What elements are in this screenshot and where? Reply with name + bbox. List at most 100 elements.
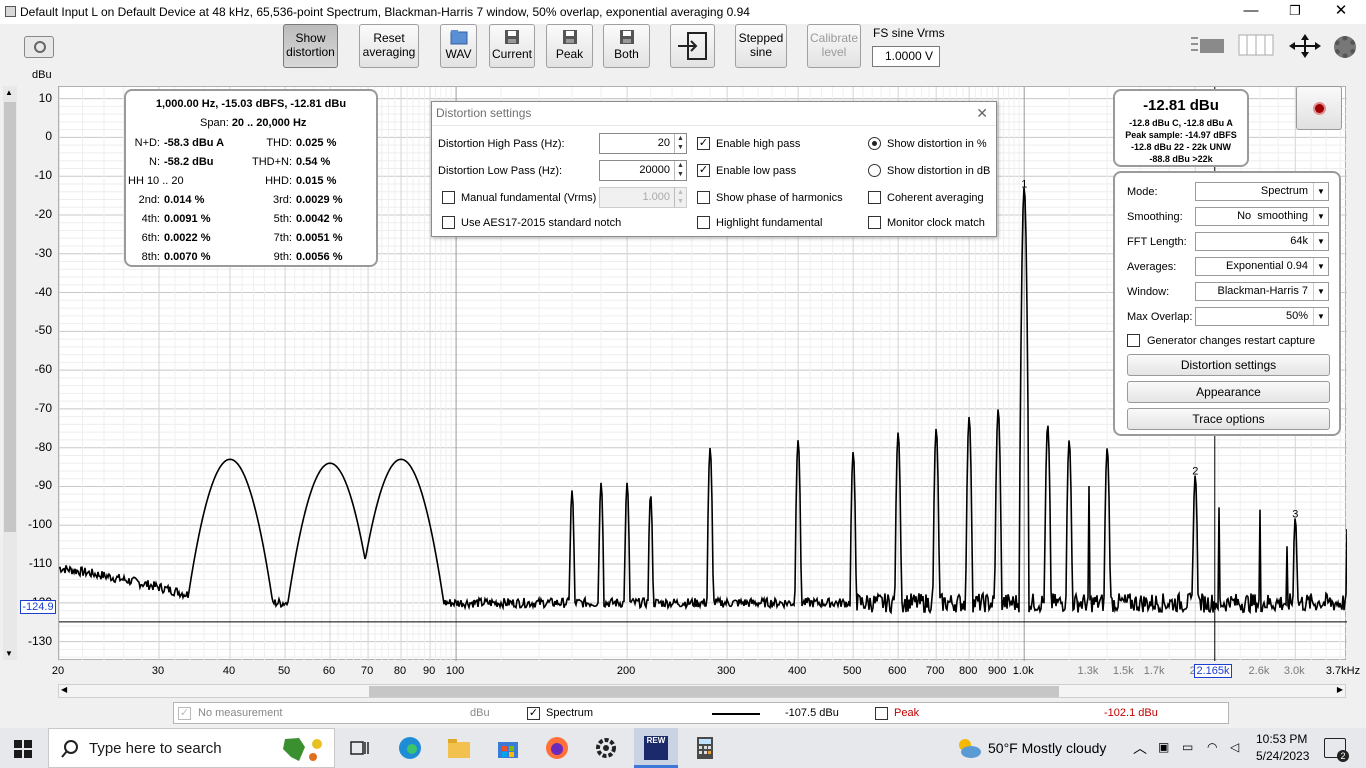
dist-value: -58.3 dBu A [164,137,225,149]
legend-bar: ✓ No measurement dBu ✓ Spectrum -107.5 d… [173,702,1229,724]
x-tick-label: 3.7kHz [1325,665,1361,677]
coherent-averaging-label: Coherent averaging [887,192,984,204]
x-tick-label: 1.0k [1012,665,1034,677]
store-icon[interactable] [496,736,520,760]
clock-time[interactable]: 10:53 PM [1256,732,1307,746]
smoothing-label: Smoothing: [1127,211,1183,223]
mode-label: Mode: [1127,186,1158,198]
file-explorer-icon[interactable] [447,736,471,760]
speaker-icon[interactable]: ◁ [1230,740,1239,754]
save-icon [619,30,634,44]
window-title: Default Input L on Default Device at 48 … [20,5,750,19]
export-button[interactable] [670,24,715,68]
weather-icon[interactable] [956,736,982,760]
monitor-clock-checkbox[interactable] [868,216,881,229]
window-select[interactable]: Blackman-Harris 7 ▼ [1195,282,1329,301]
dialog-close-icon[interactable]: ✕ [976,105,988,122]
level-line-1: -12.8 dBu C, -12.8 dBu A [1129,118,1233,128]
dist-value: 0.0042 % [296,213,343,225]
battery-icon[interactable]: ▭ [1182,740,1193,754]
reset-averaging-button[interactable]: Reset averaging [359,24,419,68]
distortion-settings-button[interactable]: Distortion settings [1127,354,1330,376]
manual-fundamental-input[interactable]: 1.000 ▲ ▼ [599,187,687,208]
spectrum-label: Spectrum [546,707,594,719]
gear-icon[interactable] [1334,36,1356,58]
record-button[interactable] [1296,86,1342,130]
record-icon [1313,102,1326,115]
clock-date[interactable]: 5/24/2023 [1256,749,1309,763]
minimize-button[interactable]: — [1228,0,1274,24]
aes17-checkbox[interactable] [442,216,455,229]
horizontal-scrollbar[interactable]: ◀ ▶ [58,684,1346,698]
vertical-scrollbar[interactable]: ▲ ▼ [3,86,17,660]
appearance-button[interactable]: Appearance [1127,381,1330,403]
generator-restart-label: Generator changes restart capture [1147,335,1316,347]
x-tick-label: 100 [445,665,465,677]
generator-restart-checkbox[interactable] [1127,334,1140,347]
x-tick-label: 800 [958,665,978,677]
fft-length-select[interactable]: 64k ▼ [1195,232,1329,251]
show-pct-radio[interactable] [868,137,881,150]
chevron-down-icon: ▼ [1313,308,1328,325]
chevron-down-icon: ▼ [1313,258,1328,275]
dist-value: 0.015 % [296,175,337,187]
close-button[interactable]: ✕ [1318,0,1364,24]
high-pass-input[interactable]: 20 ▲ ▼ [599,133,687,154]
wav-button[interactable]: WAV [440,24,477,68]
restore-button[interactable]: ❐ [1272,0,1318,24]
notification-icon[interactable]: 2 [1324,738,1349,762]
show-db-radio[interactable] [868,164,881,177]
current-button[interactable]: Current [489,24,535,68]
settings-gear-icon[interactable] [594,736,618,760]
level-line-4: -88.8 dBu >22k [1149,154,1213,164]
x-tick-label: 30 [151,665,165,677]
averages-select[interactable]: Exponential 0.94 ▼ [1195,257,1329,276]
spinner-arrows-icon[interactable]: ▲ ▼ [674,134,686,153]
window-arrange-icons[interactable] [1190,34,1226,56]
highlight-fundamental-checkbox[interactable] [697,216,710,229]
mode-select[interactable]: Spectrum ▼ [1195,182,1329,201]
low-pass-input[interactable]: 20000 ▲ ▼ [599,160,687,181]
windows-start-icon[interactable] [14,740,32,758]
horizontal-scroll-thumb[interactable] [369,686,1059,697]
vertical-scroll-thumb[interactable] [4,102,16,532]
max-overlap-select[interactable]: 50% ▼ [1195,307,1329,326]
stepped-sine-button[interactable]: Stepped sine [735,24,787,68]
expand-arrows-icon[interactable] [1287,34,1323,58]
camera-icon[interactable] [24,36,54,58]
enable-low-pass-checkbox[interactable]: ✓ [697,164,710,177]
coherent-averaging-checkbox[interactable] [868,191,881,204]
spinner-arrows-icon[interactable]: ▲ ▼ [674,161,686,180]
task-view-icon[interactable] [348,736,372,760]
wifi-icon[interactable]: ◠ [1207,740,1217,754]
smoothing-select[interactable]: No smoothing ▼ [1195,207,1329,226]
weather-text[interactable]: 50°F Mostly cloudy [988,740,1106,756]
peak-button[interactable]: Peak [546,24,593,68]
peak-checkbox[interactable] [875,707,888,720]
fs-sine-input[interactable]: 1.0000 V [872,46,940,67]
dist-value: 0.014 % [164,194,205,206]
x-tick-label: 400 [787,665,807,677]
chevron-up-icon[interactable]: ︿ [1133,738,1147,758]
manual-fundamental-checkbox[interactable] [442,191,455,204]
trace-options-button[interactable]: Trace options [1127,408,1330,430]
calculator-icon[interactable] [693,736,717,760]
taskbar-search[interactable]: Type here to search [48,728,335,768]
enable-high-pass-checkbox[interactable]: ✓ [697,137,710,150]
spinner-arrows-icon[interactable]: ▲ ▼ [674,188,686,207]
calibrate-level-button[interactable]: Calibrate level [807,24,861,68]
spectrum-checkbox[interactable]: ✓ [527,707,540,720]
show-phase-checkbox[interactable] [697,191,710,204]
title-bar: Default Input L on Default Device at 48 … [0,0,1366,24]
firefox-icon[interactable] [545,736,569,760]
no-measurement-checkbox[interactable]: ✓ [178,707,191,720]
highlight-fundamental-label: Highlight fundamental [716,217,823,229]
peak-value: -102.1 dBu [1104,707,1158,719]
rew-app-icon[interactable]: REW [634,728,678,768]
show-distortion-button[interactable]: Show distortion [283,24,338,68]
x-tick-label: 70 [360,665,374,677]
grid-layout-icon[interactable] [1238,34,1274,56]
both-button[interactable]: Both [603,24,650,68]
meet-now-icon[interactable]: ▣ [1158,740,1169,754]
edge-browser-icon[interactable] [398,736,422,760]
